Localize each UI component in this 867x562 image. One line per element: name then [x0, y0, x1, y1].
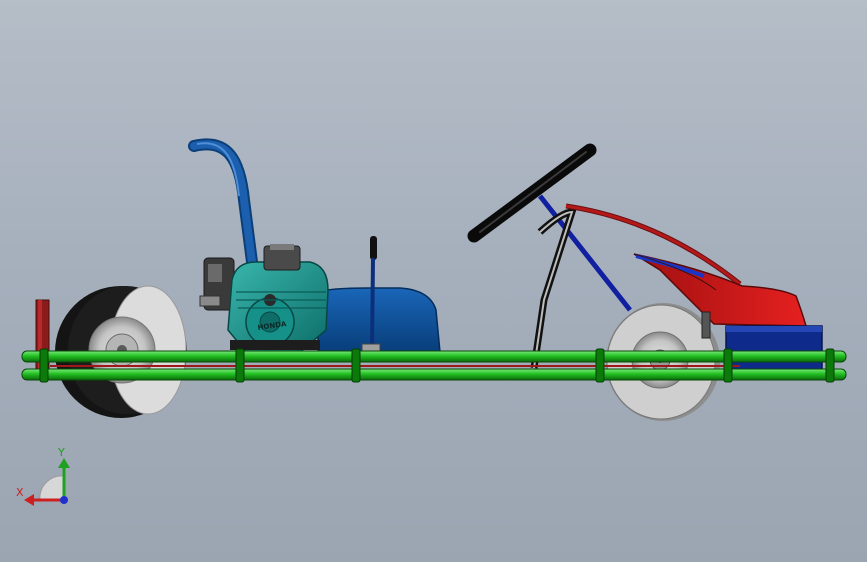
chassis-tubes	[21, 348, 847, 383]
z-axis-dot	[60, 496, 68, 504]
steering-wheel[interactable]	[467, 143, 597, 243]
seat	[317, 287, 441, 353]
cad-viewport[interactable]: HONDA Y X	[0, 0, 867, 562]
kart-model-canvas[interactable]: HONDA Y X	[0, 0, 867, 562]
triad-y-label: Y	[57, 446, 65, 459]
front-axle-bracket	[701, 311, 711, 339]
engine	[199, 244, 329, 353]
triad-x-label: X	[16, 486, 24, 499]
front-frame-rail	[565, 203, 742, 286]
coordinate-triad[interactable]: Y X	[16, 446, 70, 506]
fuel-filler-pipe	[188, 138, 258, 268]
